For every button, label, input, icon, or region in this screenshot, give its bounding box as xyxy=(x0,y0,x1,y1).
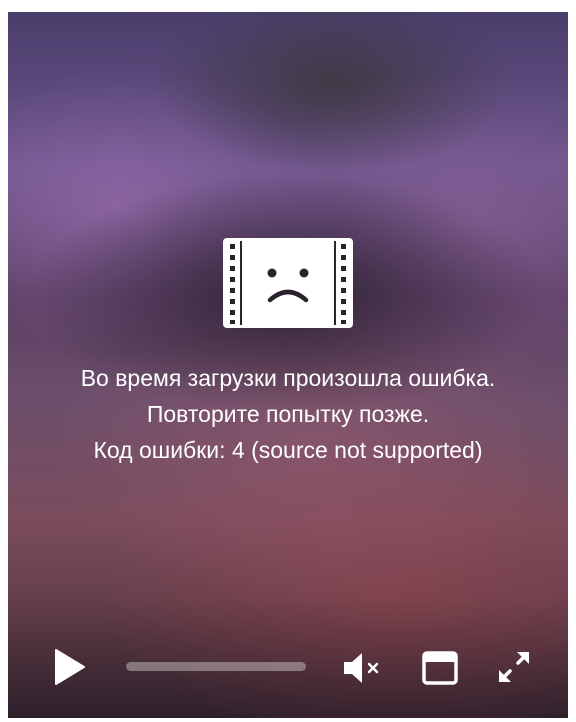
error-line-2: Повторите попытку позже. xyxy=(146,401,430,427)
error-line-1: Во время загрузки произошла ошибка. xyxy=(80,365,496,391)
player-controls xyxy=(8,638,568,694)
play-icon[interactable] xyxy=(52,648,88,686)
progress-bar[interactable] xyxy=(126,662,306,671)
fullscreen-icon[interactable] xyxy=(496,649,532,685)
error-code: Код ошибки: 4 (source not supported) xyxy=(93,437,483,463)
volume-muted-icon[interactable] xyxy=(342,651,384,685)
video-player[interactable]: Во время загрузки произошла ошибка. Повт… xyxy=(8,12,568,718)
sad-film-icon xyxy=(223,238,353,328)
picture-in-picture-icon[interactable] xyxy=(422,651,458,685)
error-message: Во время загрузки произошла ошибка. Повт… xyxy=(8,360,568,468)
